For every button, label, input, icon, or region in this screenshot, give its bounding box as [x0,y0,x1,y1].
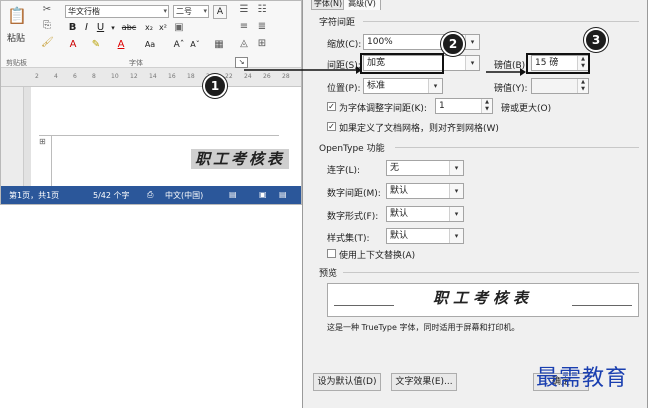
callout-3: 3 [584,28,608,52]
callout-2: 2 [441,32,465,56]
callout-1: 1 [203,74,227,98]
highlight-spacing [360,53,444,74]
watermark-logo: 最需教育 [536,366,629,391]
highlight-spacing-by [526,53,590,74]
